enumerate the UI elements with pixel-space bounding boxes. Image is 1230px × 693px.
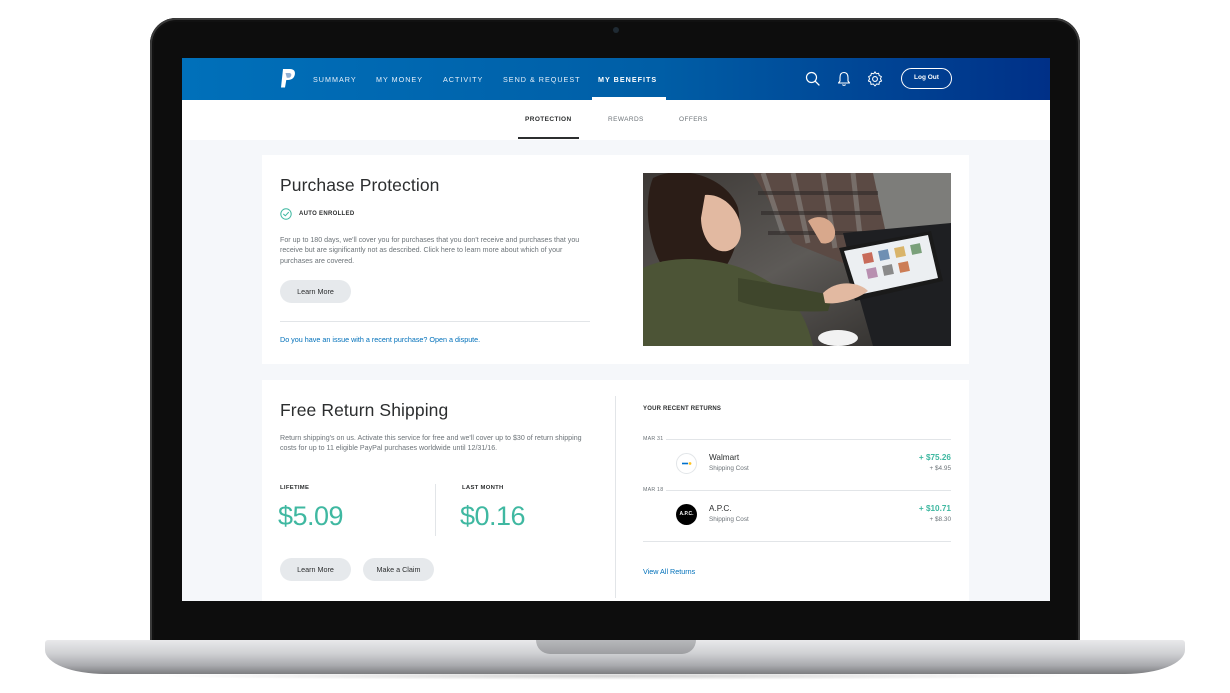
subtab-active-indicator	[518, 137, 579, 139]
purchase-protection-title: Purchase Protection	[280, 175, 440, 195]
open-dispute-link[interactable]: Do you have an issue with a recent purch…	[280, 335, 480, 344]
logout-button[interactable]: Log Out	[901, 68, 952, 89]
screen: SUMMARY MY MONEY ACTIVITY SEND & REQUEST…	[182, 58, 1050, 601]
tab-rewards[interactable]: REWARDS	[608, 116, 644, 123]
merchant-subtitle: Shipping Cost	[709, 465, 749, 472]
bell-icon[interactable]	[835, 70, 853, 88]
section-divider	[615, 396, 616, 598]
check-circle-icon	[280, 208, 292, 220]
shipping-amount: + $4.95	[929, 465, 952, 472]
apc-logo-icon: A.P.C.	[676, 504, 697, 525]
make-claim-button[interactable]: Make a Claim	[363, 558, 434, 581]
camera	[613, 27, 619, 33]
auto-enrolled-label: AUTO ENROLLED	[299, 211, 355, 217]
top-navigation: SUMMARY MY MONEY ACTIVITY SEND & REQUEST…	[182, 58, 1050, 100]
purchase-protection-card: Purchase Protection AUTO ENROLLED For up…	[262, 155, 969, 364]
merchant-name: A.P.C.	[709, 504, 732, 513]
nav-summary[interactable]: SUMMARY	[313, 75, 357, 84]
card-divider	[280, 321, 590, 322]
nav-my-benefits[interactable]: MY BENEFITS	[598, 75, 657, 84]
view-all-returns-link[interactable]: View All Returns	[643, 567, 695, 576]
sub-navigation: PROTECTION REWARDS OFFERS	[182, 100, 1050, 140]
stat-divider	[435, 484, 436, 536]
free-return-shipping-card: Free Return Shipping Return shipping's o…	[262, 380, 969, 601]
auto-enrolled-badge: AUTO ENROLLED	[280, 208, 354, 220]
nav-send-request[interactable]: SEND & REQUEST	[503, 75, 581, 84]
last-month-label: LAST MONTH	[462, 485, 504, 491]
laptop-notch	[536, 640, 696, 654]
return-amount: + $75.26	[918, 453, 951, 462]
returns-divider	[643, 541, 951, 542]
tab-protection[interactable]: PROTECTION	[525, 116, 572, 123]
laptop-base	[45, 640, 1185, 674]
date-divider	[666, 490, 951, 491]
merchant-name: Walmart	[709, 453, 740, 462]
purchase-protection-description: For up to 180 days, we'll cover you for …	[280, 236, 580, 265]
last-month-value: $0.16	[460, 501, 526, 531]
nav-my-money[interactable]: MY MONEY	[376, 75, 423, 84]
learn-more-button[interactable]: Learn More	[280, 280, 351, 303]
return-amount: + $10.71	[918, 504, 951, 513]
search-icon[interactable]	[804, 70, 822, 88]
gear-icon[interactable]	[866, 70, 884, 88]
learn-more-button[interactable]: Learn More	[280, 558, 351, 581]
tab-offers[interactable]: OFFERS	[679, 116, 708, 123]
lifetime-value: $5.09	[278, 501, 344, 531]
nav-activity[interactable]: ACTIVITY	[443, 75, 483, 84]
date-divider	[666, 439, 951, 440]
lifetime-label: LIFETIME	[280, 485, 310, 491]
walmart-logo-icon	[676, 453, 697, 474]
recent-returns-header: YOUR RECENT RETURNS	[643, 406, 722, 412]
merchant-subtitle: Shipping Cost	[709, 516, 749, 523]
return-date: MAR 31	[643, 436, 664, 442]
free-return-shipping-title: Free Return Shipping	[280, 400, 449, 420]
couple-shopping-photo	[643, 173, 951, 346]
paypal-logo-icon[interactable]	[280, 69, 296, 89]
free-return-shipping-description: Return shipping's on us. Activate this s…	[280, 434, 582, 453]
return-date: MAR 18	[643, 487, 664, 493]
shipping-amount: + $8.30	[929, 516, 952, 523]
